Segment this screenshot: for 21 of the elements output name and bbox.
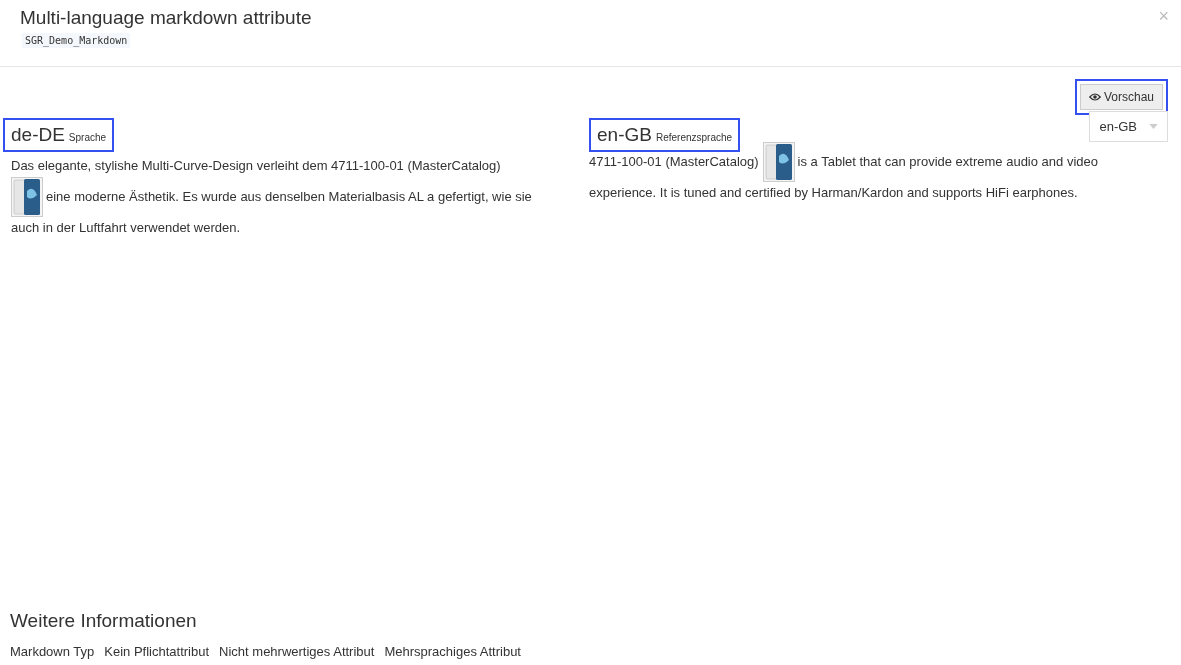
description-text: 4711-100-01 (MasterCatalog) <box>589 153 759 171</box>
language-heading: en-GB Referenzsprache <box>589 118 741 152</box>
preview-button[interactable]: Vorschau <box>1074 79 1168 115</box>
eye-icon <box>1088 92 1101 102</box>
description-text: is a Tablet that can provide extreme audio and video <box>797 153 1098 171</box>
tablet-image <box>762 141 795 182</box>
language-heading: de-DE Sprache <box>3 118 115 152</box>
language-dropdown[interactable]: en-GB <box>1089 111 1168 142</box>
attribute-property: Kein Pflichtattribut <box>104 644 210 659</box>
caret-icon <box>1149 124 1158 129</box>
attribute-property: Nicht mehrwertiges Attribut <box>219 644 375 659</box>
section-title: Weitere Informationen <box>10 610 198 632</box>
description-text: experience. It is tuned and certified by Harman/Kardon and supports HiFi earphones. <box>589 184 1078 202</box>
attribute-code: SGR_Demo_Markdown <box>22 33 131 48</box>
dialog-title: Multi-language markdown attribute <box>20 6 312 30</box>
description-text: auch in der Luftfahrt verwendet werden. <box>11 219 241 237</box>
tablet-image <box>11 176 43 217</box>
attribute-property: Markdown Typ <box>10 644 95 659</box>
description-text: Das elegante, stylishe Multi-Curve-Design verleiht dem 4711-100-01 (MasterCatalog) <box>11 157 501 175</box>
description-text: eine moderne Ästhetik. Es wurde aus denselben Materialbasis AL a gefertigt, wie sie <box>46 188 532 206</box>
attribute-property: Mehrsprachiges Attribut <box>384 644 521 659</box>
